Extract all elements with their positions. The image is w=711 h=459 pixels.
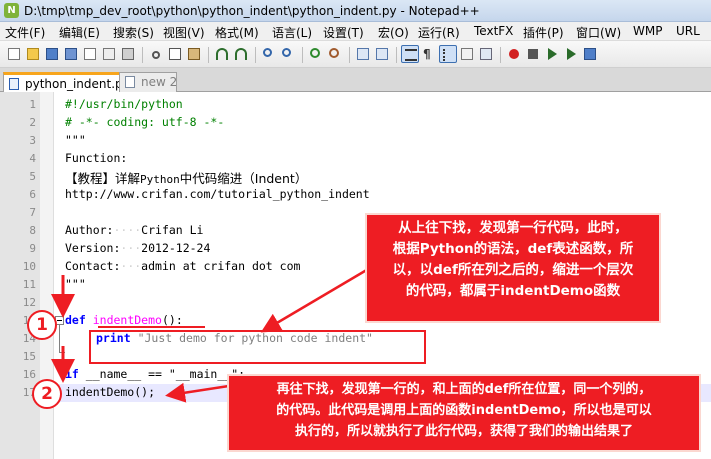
step-marker-1: 1 (27, 310, 57, 340)
callout-line: 的代码。此代码是调用上面的函数indentDemo，所以也是可以 (276, 403, 652, 418)
callout-line: 以，以def所在列之后的，缩进一个层次 (392, 262, 634, 278)
callout-line: 执行的，所以就执行了此行代码，获得了我们的输出结果了 (294, 424, 633, 439)
callout-line: 再往下找，发现第一行的，和上面的def所在位置，同一个列的， (276, 382, 652, 397)
annotation-callout-1: 从上往下找，发现第一行代码，此时， 根据Python的语法，def表述函数，所 … (365, 213, 661, 323)
annotation-callout-2: 再往下找，发现第一行的，和上面的def所在位置，同一个列的， 的代码。此代码是调… (227, 374, 701, 452)
callout-line: 从上往下找，发现第一行代码，此时， (398, 220, 628, 236)
step-marker-2: 2 (32, 379, 62, 409)
callout-1-pointer (260, 266, 371, 333)
callout-line: 的代码，都属于indentDemo函数 (405, 283, 621, 299)
callout-line: 根据Python的语法，def表述函数，所 (392, 241, 634, 257)
